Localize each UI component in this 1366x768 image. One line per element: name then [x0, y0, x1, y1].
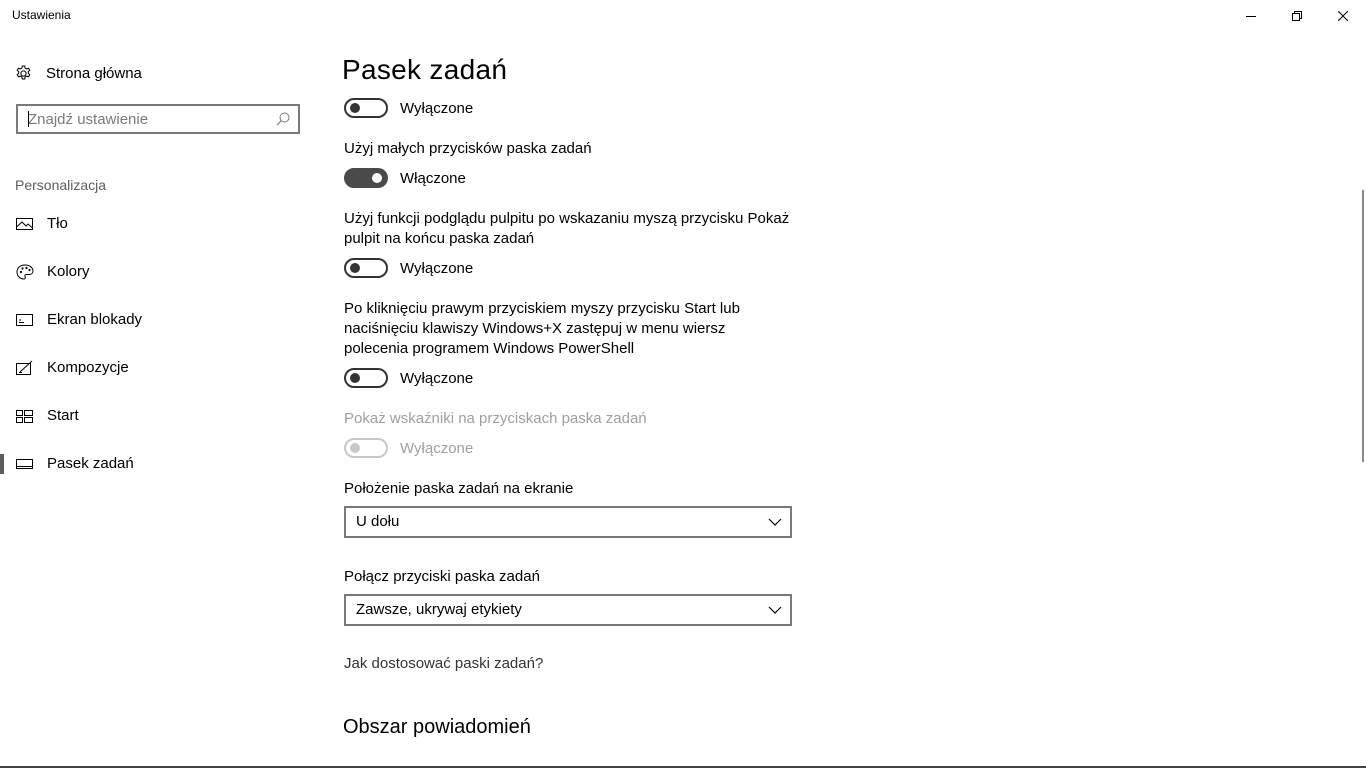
minimize-button[interactable]: [1228, 0, 1274, 32]
dropdown-value: Zawsze, ukrywaj etykiety: [356, 601, 522, 618]
chevron-down-icon: [768, 518, 782, 526]
toggle-state: Włączone: [400, 169, 466, 187]
toggle-row-top: Wyłączone: [344, 97, 473, 119]
powershell-toggle[interactable]: [344, 368, 388, 388]
help-link[interactable]: Jak dostosować paski zadań?: [344, 655, 543, 672]
combine-label: Połącz przyciski paska zadań: [344, 568, 540, 585]
toggle-knob: [350, 443, 360, 453]
toggle-knob: [350, 263, 360, 273]
powershell-row: Wyłączone: [344, 367, 473, 389]
sidebar-item-label: Ekran blokady: [47, 311, 143, 328]
small-buttons-row: Włączone: [344, 167, 466, 189]
sidebar-item-background[interactable]: Tło: [0, 204, 320, 244]
badges-label: Pokaż wskaźniki na przyciskach paska zad…: [344, 410, 647, 427]
sidebar-item-start[interactable]: Start: [0, 396, 320, 436]
window-title: Ustawienia: [12, 8, 71, 22]
location-dropdown[interactable]: U dołu: [344, 506, 792, 538]
chevron-down-icon: [768, 606, 782, 614]
peek-label: Użyj funkcji podglądu pulpitu po wskazan…: [344, 210, 790, 247]
dropdown-value: U dołu: [356, 513, 400, 530]
home-label: Strona główna: [46, 64, 142, 82]
peek-row: Wyłączone: [344, 257, 473, 279]
restore-icon: [1292, 11, 1302, 21]
selection-indicator: [0, 454, 4, 474]
minimize-icon: [1246, 16, 1256, 17]
title-bar: Ustawienia: [0, 0, 1366, 32]
sidebar-item-label: Start: [47, 407, 79, 424]
sidebar-item-colors[interactable]: Kolory: [0, 252, 320, 292]
page-title: Pasek zadań: [342, 54, 508, 85]
location-label: Położenie paska zadań na ekranie: [344, 480, 574, 497]
lock-screen-icon: [16, 314, 33, 326]
picture-icon: [16, 218, 33, 230]
close-button[interactable]: [1320, 0, 1366, 32]
peek-toggle[interactable]: [344, 258, 388, 278]
close-icon: [1338, 11, 1348, 21]
text-caret: [28, 111, 29, 127]
main-content: Pasek zadań Wyłączone Użyj małych przyci…: [342, 32, 1343, 768]
sidebar-item-themes[interactable]: Kompozycje: [0, 348, 320, 388]
sidebar-item-label: Kolory: [47, 263, 90, 280]
toggle-state: Wyłączone: [400, 99, 474, 117]
home-link[interactable]: Strona główna: [15, 62, 142, 84]
badges-row: Wyłączone: [344, 437, 473, 459]
section-label: Personalizacja: [15, 177, 107, 193]
palette-icon: [16, 264, 34, 280]
search-box[interactable]: [16, 104, 300, 134]
start-icon: [16, 410, 33, 423]
search-icon[interactable]: [276, 112, 290, 126]
badges-toggle: [344, 438, 388, 458]
toggle-knob: [372, 173, 382, 183]
sidebar-item-taskbar[interactable]: Pasek zadań: [0, 444, 320, 484]
toggle-knob: [350, 103, 360, 113]
gear-icon: [16, 65, 31, 79]
themes-icon: [16, 360, 33, 375]
toggle-state: Wyłączone: [400, 439, 474, 457]
toggle-state: Wyłączone: [400, 259, 474, 277]
notification-area-heading: Obszar powiadomień: [343, 716, 531, 738]
taskbar-icon: [16, 459, 33, 469]
toggle-state: Wyłączone: [400, 369, 474, 387]
small-buttons-label: Użyj małych przycisków paska zadań: [344, 140, 592, 157]
sidebar-item-label: Pasek zadań: [47, 455, 134, 472]
scrollbar-thumb[interactable]: [1362, 190, 1364, 462]
powershell-label: Po kliknięciu prawym przyciskiem myszy p…: [344, 300, 740, 357]
sidebar-item-lock-screen[interactable]: Ekran blokady: [0, 300, 320, 340]
sidebar: Strona główna Personalizacja Tło Kolory: [0, 32, 320, 768]
combine-dropdown[interactable]: Zawsze, ukrywaj etykiety: [344, 594, 792, 626]
toggle-knob: [350, 373, 360, 383]
search-input[interactable]: [28, 106, 268, 132]
small-buttons-toggle[interactable]: [344, 168, 388, 188]
sidebar-item-label: Tło: [47, 215, 68, 232]
toggle-switch[interactable]: [344, 98, 388, 118]
sidebar-item-label: Kompozycje: [47, 359, 129, 376]
restore-button[interactable]: [1274, 0, 1320, 32]
